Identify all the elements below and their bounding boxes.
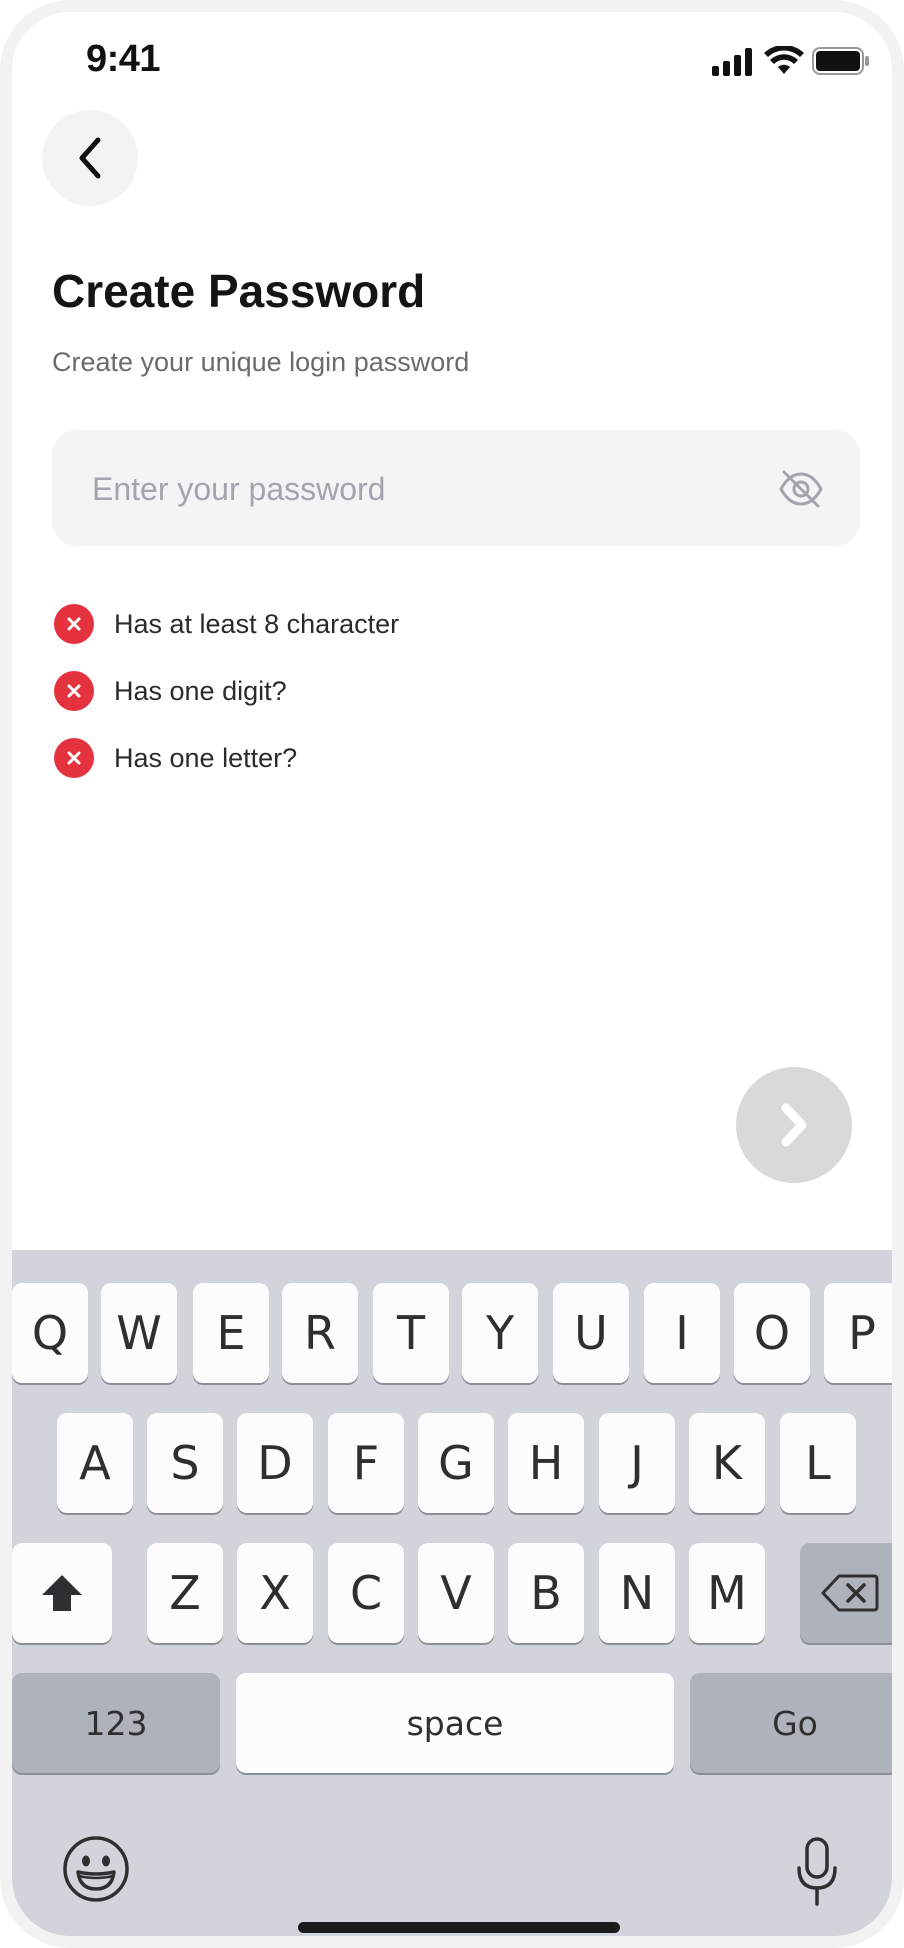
rule-min-length: Has at least 8 character: [54, 602, 399, 646]
error-x-icon: [54, 604, 94, 644]
phone-screen: 9:41 Create Password Create your unique …: [0, 0, 904, 1948]
microphone-icon[interactable]: [794, 1836, 840, 1908]
page-title: Create Password: [52, 265, 426, 317]
rule-digit: Has one digit?: [54, 669, 399, 713]
key-e[interactable]: E: [193, 1283, 269, 1383]
rule-label: Has one digit?: [114, 675, 287, 706]
password-field: [52, 430, 860, 548]
key-z[interactable]: Z: [147, 1543, 223, 1643]
error-x-icon: [54, 738, 94, 778]
battery-icon: [812, 47, 869, 75]
key-s[interactable]: S: [147, 1413, 223, 1513]
next-button[interactable]: [736, 1067, 852, 1183]
key-w[interactable]: W: [101, 1283, 177, 1383]
key-f[interactable]: F: [328, 1413, 404, 1513]
go-key[interactable]: Go: [690, 1673, 892, 1773]
rule-label: Has at least 8 character: [114, 608, 400, 639]
status-time: 9:41: [86, 38, 161, 80]
key-d[interactable]: D: [237, 1413, 313, 1513]
chevron-right-icon: [781, 1103, 807, 1147]
rule-letter: Has one letter?: [54, 736, 399, 780]
key-x[interactable]: X: [237, 1543, 313, 1643]
key-u[interactable]: U: [553, 1283, 629, 1383]
numbers-key[interactable]: 123: [12, 1673, 220, 1773]
home-indicator[interactable]: [298, 1922, 620, 1933]
error-x-icon: [54, 671, 94, 711]
key-b[interactable]: B: [508, 1543, 584, 1643]
key-a[interactable]: A: [57, 1413, 133, 1513]
key-l[interactable]: L: [780, 1413, 856, 1513]
eye-off-icon[interactable]: [778, 468, 824, 510]
back-button[interactable]: [42, 110, 138, 206]
key-i[interactable]: I: [644, 1283, 720, 1383]
key-r[interactable]: R: [282, 1283, 358, 1383]
key-m[interactable]: M: [689, 1543, 765, 1643]
key-y[interactable]: Y: [462, 1283, 538, 1383]
shift-icon: [42, 1575, 82, 1611]
backspace-icon: [821, 1574, 879, 1612]
emoji-icon[interactable]: [62, 1835, 130, 1903]
rule-label: Has one letter?: [114, 742, 298, 773]
key-g[interactable]: G: [418, 1413, 494, 1513]
key-o[interactable]: O: [734, 1283, 810, 1383]
key-p[interactable]: P: [824, 1283, 892, 1383]
password-input[interactable]: [90, 430, 734, 548]
delete-key[interactable]: [800, 1543, 892, 1643]
key-t[interactable]: T: [373, 1283, 449, 1383]
key-h[interactable]: H: [508, 1413, 584, 1513]
cellular-signal-icon: [712, 48, 752, 76]
key-k[interactable]: K: [689, 1413, 765, 1513]
key-j[interactable]: J: [599, 1413, 675, 1513]
key-c[interactable]: C: [328, 1543, 404, 1643]
password-rules: Has at least 8 character Has one digit? …: [54, 602, 399, 803]
shift-key[interactable]: [12, 1543, 112, 1643]
keyboard: Q W E R T Y U I O P A S D F G H J K L Z …: [12, 1250, 892, 1936]
key-n[interactable]: N: [599, 1543, 675, 1643]
space-key[interactable]: space: [236, 1673, 674, 1773]
chevron-left-icon: [79, 137, 101, 179]
page-subtitle: Create your unique login password: [52, 347, 470, 377]
wifi-icon: [764, 46, 804, 74]
key-q[interactable]: Q: [12, 1283, 88, 1383]
key-v[interactable]: V: [418, 1543, 494, 1643]
